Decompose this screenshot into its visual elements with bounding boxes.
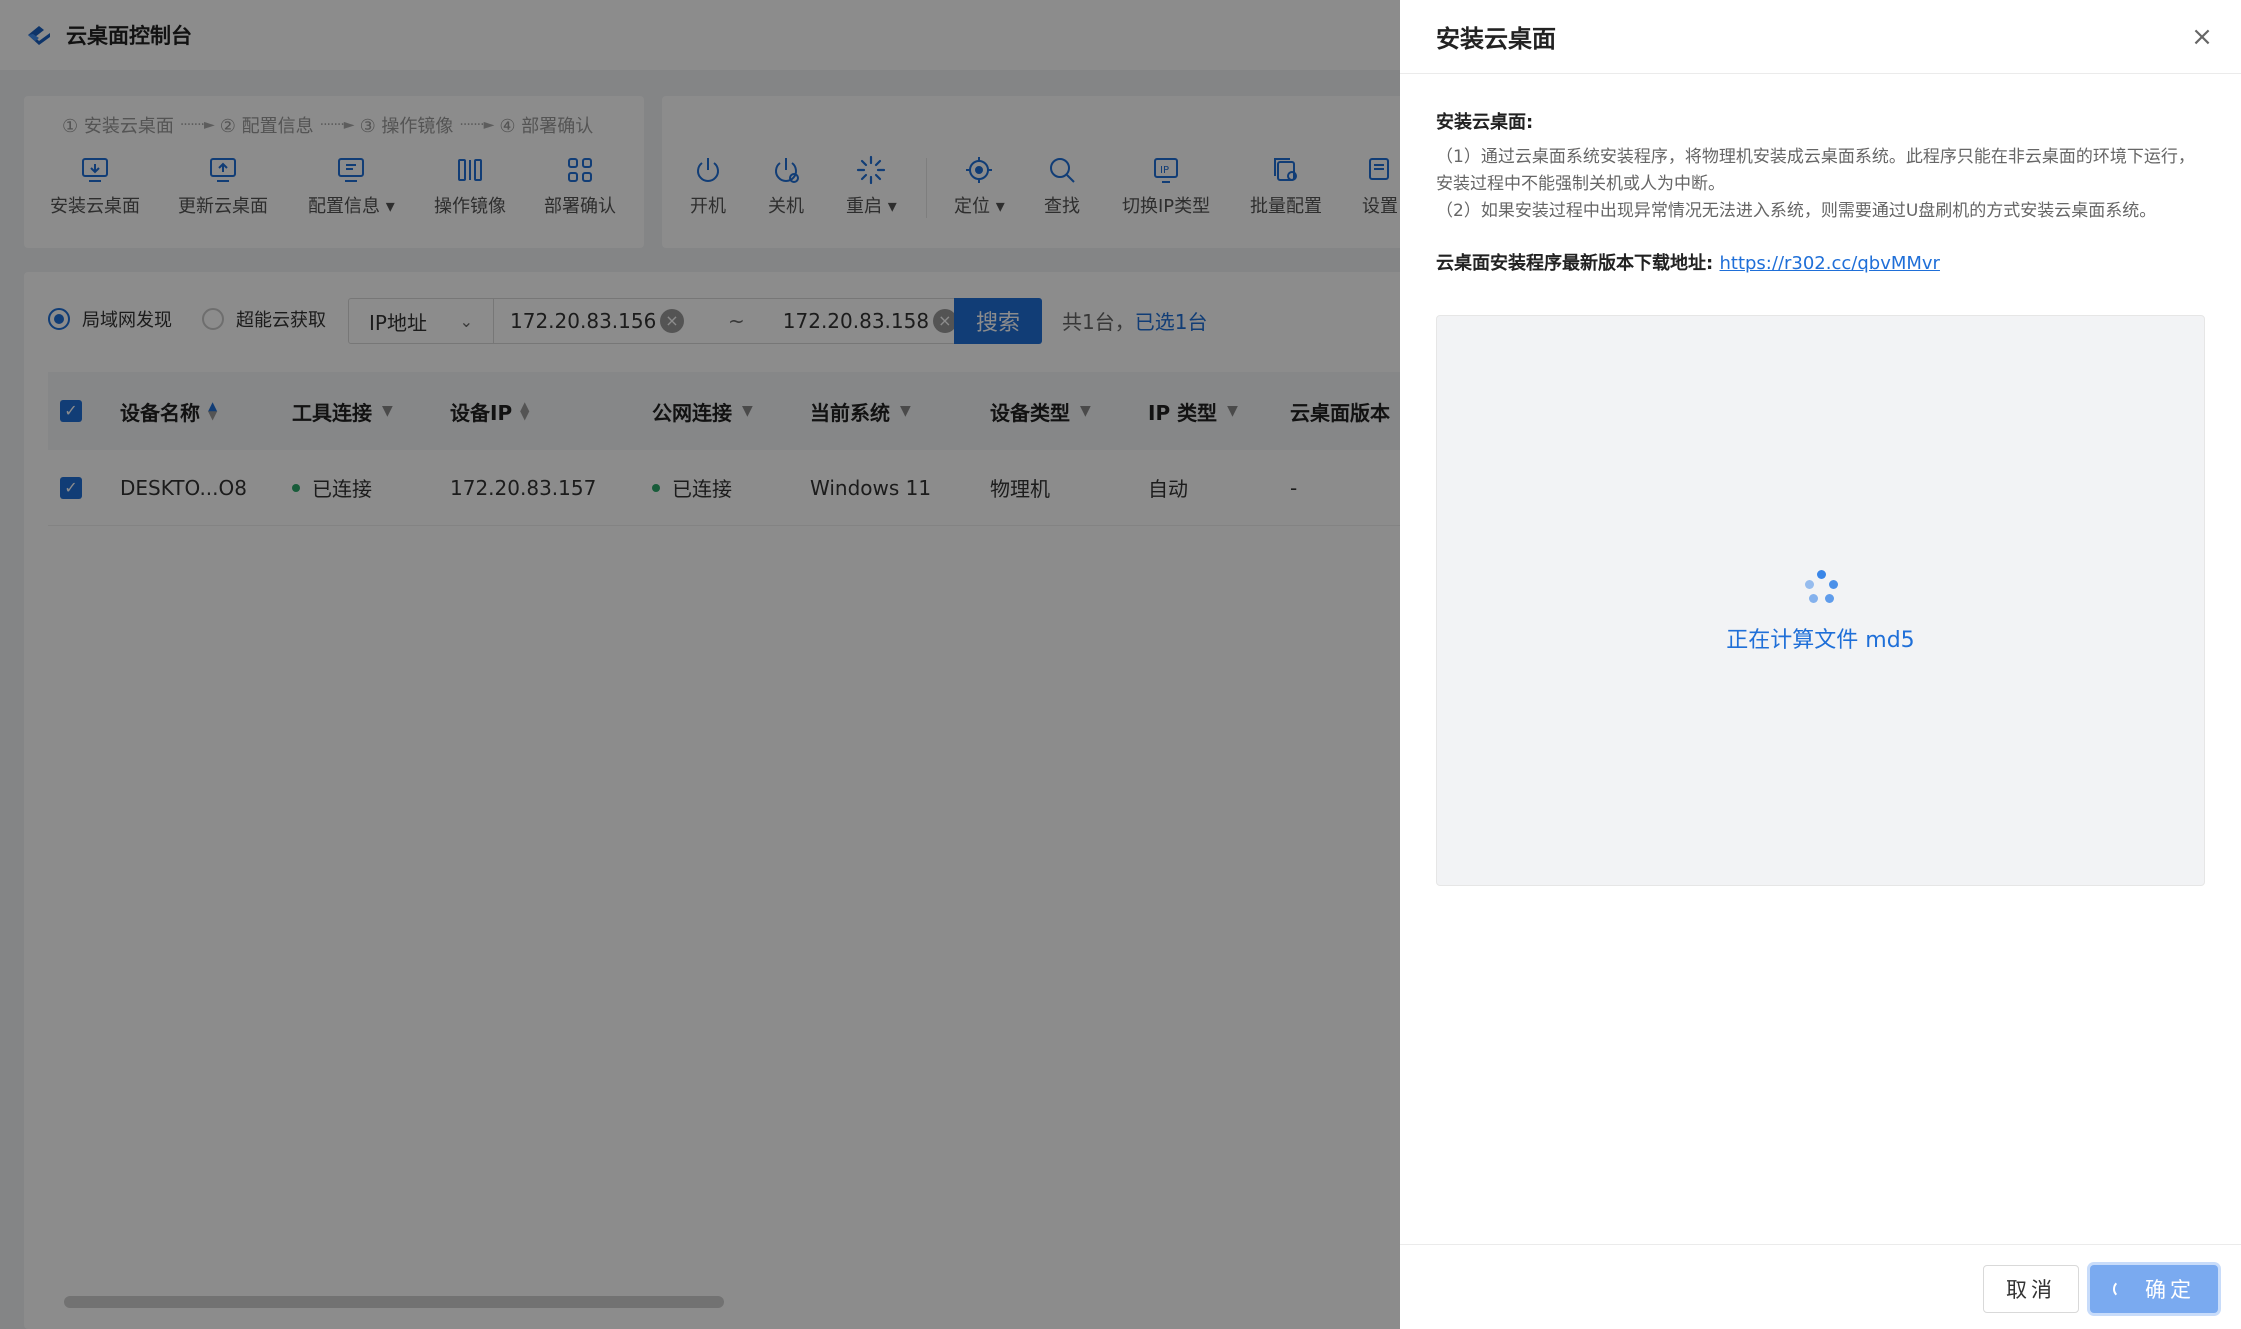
install-note-2: （2）如果安装过程中出现异常情况无法进入系统，则需要通过U盘刷机的方式安装云桌面…	[1436, 201, 2157, 221]
drawer-title: 安装云桌面	[1436, 25, 1556, 53]
download-row: 云桌面安装程序最新版本下载地址: https://r302.cc/qbvMMvr	[1436, 249, 2206, 275]
cancel-button[interactable]: 取消	[1983, 1265, 2079, 1313]
confirm-label: 确定	[2145, 1278, 2195, 1302]
install-note-1: （1）通过云桌面系统安装程序，将物理机安装成云桌面系统。此程序只能在非云桌面的环…	[1436, 147, 2195, 194]
drawer-body: 安装云桌面: （1）通过云桌面系统安装程序，将物理机安装成云桌面系统。此程序只能…	[1436, 108, 2206, 275]
button-loading-icon	[2113, 1280, 2131, 1298]
download-label: 云桌面安装程序最新版本下载地址:	[1436, 253, 1714, 274]
progress-area: 正在计算文件 md5	[1436, 315, 2205, 886]
progress-status: 正在计算文件 md5	[1726, 628, 1915, 653]
loading-spinner-icon	[1803, 570, 1839, 606]
install-desktop-drawer: 安装云桌面 × 安装云桌面: （1）通过云桌面系统安装程序，将物理机安装成云桌面…	[1400, 0, 2241, 1329]
section-title: 安装云桌面:	[1436, 112, 1534, 133]
drawer-header: 安装云桌面 ×	[1400, 0, 2241, 74]
download-link[interactable]: https://r302.cc/qbvMMvr	[1719, 253, 1939, 274]
drawer-footer: 取消 确定	[1400, 1244, 2241, 1329]
close-icon[interactable]: ×	[2189, 24, 2215, 50]
confirm-button[interactable]: 确定	[2090, 1265, 2218, 1313]
